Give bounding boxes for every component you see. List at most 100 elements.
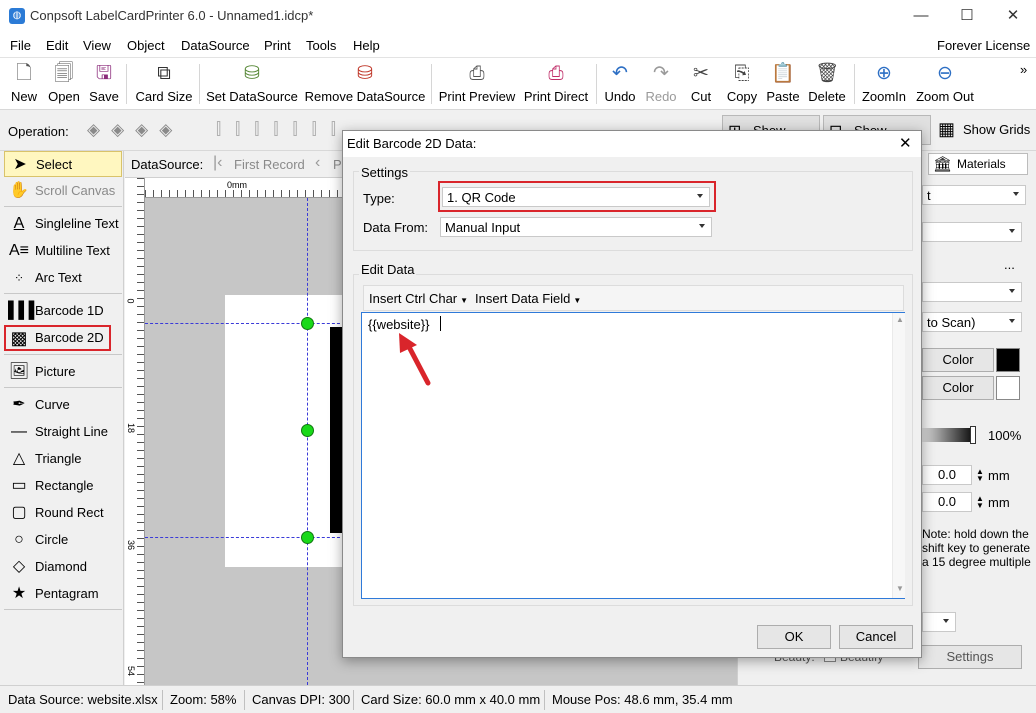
tool-round-rect[interactable]: ▢ Round Rect bbox=[4, 500, 122, 526]
tool-separator bbox=[4, 609, 122, 610]
toolbar-overflow-button[interactable]: » bbox=[1020, 62, 1027, 77]
redo-button[interactable]: ↷ Redo bbox=[643, 62, 679, 108]
print-direct-button[interactable]: ⎙ Print Direct bbox=[521, 62, 591, 108]
tool-select[interactable]: ➤ Select bbox=[4, 151, 122, 177]
singleline-text-icon: A bbox=[13, 215, 25, 232]
background-color-swatch[interactable] bbox=[996, 376, 1020, 400]
position-y-spinner[interactable]: 0.0 bbox=[922, 492, 972, 512]
chevron-down-icon bbox=[943, 619, 949, 623]
copy-button[interactable]: ⎘ Copy bbox=[723, 62, 761, 108]
dialog-close-button[interactable]: ✕ bbox=[899, 134, 912, 152]
materials-tab[interactable]: 🏛 Materials bbox=[928, 153, 1028, 175]
dialog-title-bar: Edit Barcode 2D Data: ✕ bbox=[343, 131, 921, 157]
maximize-button[interactable]: ☐ bbox=[944, 0, 990, 32]
property-combo[interactable] bbox=[922, 222, 1022, 242]
new-button[interactable]: 🗋 New bbox=[6, 62, 42, 108]
zoom-in-icon: ⊕ bbox=[876, 63, 892, 84]
tool-picture[interactable]: 🖼 Picture bbox=[4, 359, 122, 385]
barcode-type-select[interactable]: 1. QR Code bbox=[442, 187, 710, 207]
spinner-arrows-icon[interactable]: ▲ ▼ bbox=[976, 495, 984, 510]
first-record-button[interactable]: First Record bbox=[234, 157, 305, 172]
insert-data-field-menu[interactable]: Insert Data Field ▼ bbox=[475, 291, 581, 306]
prev-record-button[interactable]: P bbox=[333, 157, 342, 172]
type-combo[interactable]: t bbox=[922, 185, 1026, 205]
qr-code-object[interactable] bbox=[330, 327, 342, 533]
spinner-arrows-icon[interactable]: ▲ ▼ bbox=[976, 468, 984, 483]
minimize-button[interactable]: — bbox=[898, 0, 944, 32]
multiline-text-icon: A≡ bbox=[8, 242, 29, 259]
menu-tools[interactable]: Tools bbox=[306, 38, 336, 53]
edit-barcode-dialog: Edit Barcode 2D Data: ✕ Settings Type: 1… bbox=[342, 130, 922, 658]
remove-datasource-button[interactable]: ⛁ Remove DataSource bbox=[304, 62, 426, 108]
tool-scroll-canvas[interactable]: ✋ Scroll Canvas bbox=[4, 178, 122, 204]
menu-print[interactable]: Print bbox=[264, 38, 291, 53]
ok-button[interactable]: OK bbox=[757, 625, 831, 649]
show-grids-toggle[interactable]: ▦ Show Grids bbox=[935, 115, 1033, 145]
paste-icon: 📋 bbox=[771, 63, 795, 84]
resize-handle[interactable] bbox=[301, 531, 314, 544]
menu-help[interactable]: Help bbox=[353, 38, 380, 53]
paste-button[interactable]: 📋 Paste bbox=[764, 62, 802, 108]
tool-separator bbox=[4, 387, 122, 388]
scan-combo[interactable]: to Scan) bbox=[922, 312, 1022, 332]
open-button[interactable]: 🗐 Open bbox=[44, 62, 84, 108]
tool-barcode-2d[interactable]: ▩ Barcode 2D bbox=[4, 325, 111, 351]
align-icons[interactable]: ⫿⫿⫿⫿⫿⫿⫿ bbox=[216, 121, 350, 139]
property-combo[interactable] bbox=[922, 612, 956, 632]
card-size-button[interactable]: ⧉ Card Size bbox=[132, 62, 196, 108]
menu-view[interactable]: View bbox=[83, 38, 111, 53]
data-text-editor[interactable]: {{website}} ▲ ▼ bbox=[361, 312, 905, 599]
annotation-arrow-icon bbox=[399, 333, 431, 386]
property-combo[interactable] bbox=[922, 282, 1022, 302]
background-color-button[interactable]: Color bbox=[922, 376, 994, 400]
insert-ctrl-char-menu[interactable]: Insert Ctrl Char ▼ bbox=[369, 291, 468, 306]
menu-object[interactable]: Object bbox=[127, 38, 165, 53]
triangle-icon: △ bbox=[12, 450, 26, 467]
cut-button[interactable]: ✂ Cut bbox=[685, 62, 717, 108]
print-preview-button[interactable]: ⎙ Print Preview bbox=[437, 62, 517, 108]
settings-button[interactable]: Settings bbox=[918, 645, 1022, 669]
undo-button[interactable]: ↶ Undo bbox=[601, 62, 639, 108]
tool-diamond[interactable]: ◇ Diamond bbox=[4, 554, 122, 580]
opacity-slider-handle[interactable] bbox=[970, 426, 976, 444]
ruler-mark: 54 bbox=[126, 665, 137, 677]
layer-icons[interactable]: ◈◈◈◈ bbox=[87, 120, 183, 140]
guide-line-horizontal bbox=[145, 323, 345, 324]
tool-pentagram[interactable]: ★ Pentagram bbox=[4, 581, 122, 607]
menu-edit[interactable]: Edit bbox=[46, 38, 68, 53]
scroll-up-icon[interactable]: ▲ bbox=[896, 315, 904, 324]
vertical-ruler: 0 18 36 54 bbox=[125, 178, 145, 685]
tool-circle[interactable]: ○ Circle bbox=[4, 527, 122, 553]
tool-triangle[interactable]: △ Triangle bbox=[4, 446, 122, 472]
resize-handle[interactable] bbox=[301, 424, 314, 437]
foreground-color-button[interactable]: Color bbox=[922, 348, 994, 372]
delete-button[interactable]: 🗑 Delete bbox=[806, 62, 848, 108]
zoom-out-button[interactable]: ⊖ Zoom Out bbox=[914, 62, 976, 108]
tool-singleline-text[interactable]: A Singleline Text bbox=[4, 211, 122, 237]
scroll-down-icon[interactable]: ▼ bbox=[896, 584, 904, 593]
set-datasource-button[interactable]: ⛁ Set DataSource bbox=[205, 62, 299, 108]
tool-arc-text[interactable]: ⁘ Arc Text bbox=[4, 265, 122, 291]
dropdown-arrow-icon: ▼ bbox=[460, 296, 469, 305]
cancel-button[interactable]: Cancel bbox=[839, 625, 913, 649]
resize-handle[interactable] bbox=[301, 317, 314, 330]
tool-rectangle[interactable]: ▭ Rectangle bbox=[4, 473, 122, 499]
close-button[interactable]: ✕ bbox=[990, 0, 1036, 32]
tool-curve[interactable]: ✒ Curve bbox=[4, 392, 122, 418]
foreground-color-swatch[interactable] bbox=[996, 348, 1020, 372]
tool-barcode-1d[interactable]: ▌▌▌ Barcode 1D bbox=[4, 298, 122, 324]
toolbar-separator bbox=[854, 64, 855, 104]
menu-file[interactable]: File bbox=[10, 38, 31, 53]
save-button[interactable]: 🖫 Save bbox=[86, 62, 122, 108]
more-options-button[interactable]: ... bbox=[1004, 257, 1015, 272]
opacity-slider-track[interactable] bbox=[922, 428, 972, 442]
tool-multiline-text[interactable]: A≡ Multiline Text bbox=[4, 238, 122, 264]
datasource-label: DataSource: bbox=[131, 157, 204, 172]
zoom-in-button[interactable]: ⊕ ZoomIn bbox=[860, 62, 908, 108]
position-x-spinner[interactable]: 0.0 bbox=[922, 465, 972, 485]
data-from-select[interactable]: Manual Input bbox=[440, 217, 712, 237]
editor-scrollbar[interactable]: ▲ ▼ bbox=[892, 313, 905, 598]
edit-data-toolbar: Insert Ctrl Char ▼ Insert Data Field ▼ bbox=[363, 285, 904, 311]
menu-datasource[interactable]: DataSource bbox=[181, 38, 250, 53]
tool-straight-line[interactable]: — Straight Line bbox=[4, 419, 122, 445]
